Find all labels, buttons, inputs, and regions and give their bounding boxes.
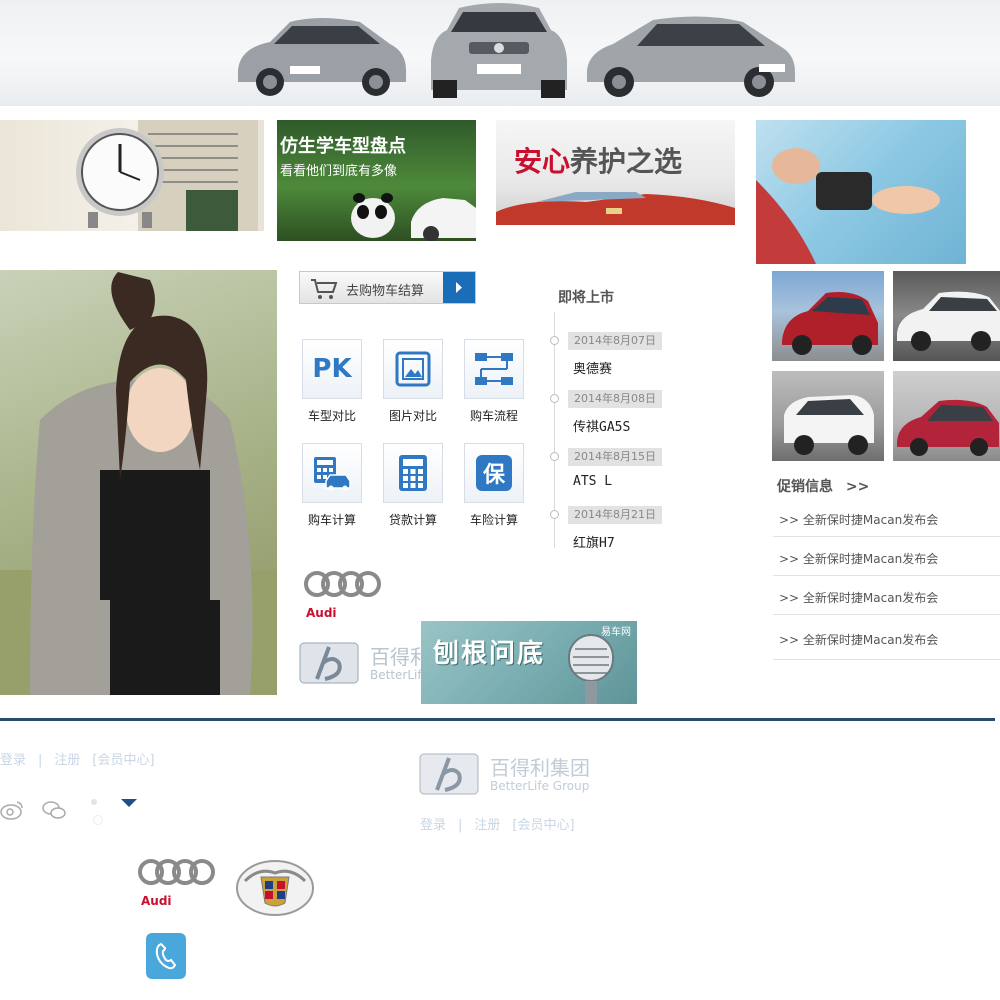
tool-picture-compare[interactable]: 图片对比 bbox=[378, 339, 448, 424]
footer-divider bbox=[0, 718, 995, 721]
qa-banner-title: 刨根问底 bbox=[433, 639, 546, 669]
upcoming-date: 2014年8月15日 bbox=[568, 448, 662, 466]
care-title-highlight: 安心 bbox=[514, 145, 571, 178]
phone-icon[interactable] bbox=[146, 933, 186, 979]
mercedes-car-left-image bbox=[238, 18, 406, 96]
timeline-dot bbox=[550, 510, 559, 519]
mercedes-car-right-image bbox=[587, 16, 795, 97]
clock-image bbox=[76, 120, 258, 231]
tool-model-compare-label: 车型对比 bbox=[307, 409, 356, 423]
panda-car-image bbox=[351, 193, 476, 241]
footer-account-links-left: 登录 | 注册 [会员中心] bbox=[0, 753, 155, 768]
upcoming-model[interactable]: 传祺GA5S bbox=[573, 416, 630, 435]
upcoming-title: 即将上市 bbox=[558, 290, 614, 306]
promotion-item[interactable]: >> 全新保时捷Macan发布会 bbox=[773, 499, 1000, 537]
upcoming-date: 2014年8月21日 bbox=[568, 506, 662, 524]
audi-wordmark: Audi bbox=[306, 606, 337, 620]
shopping-cart-icon bbox=[311, 279, 338, 299]
panda-promo-tile[interactable]: 仿生学车型盘点 看看他们到底有多像 bbox=[277, 120, 476, 241]
register-link[interactable]: 注册 bbox=[54, 753, 80, 768]
car-key-promo-tile[interactable] bbox=[756, 120, 966, 264]
tool-insurance-calc[interactable]: 保 车险计算 bbox=[459, 443, 529, 528]
cadillac-logo-icon[interactable] bbox=[235, 859, 315, 917]
car-calc-icon bbox=[302, 443, 362, 503]
upcoming-date: 2014年8月08日 bbox=[568, 390, 662, 408]
care-title-rest: 养护之选 bbox=[570, 145, 683, 178]
tool-model-compare[interactable]: PK 车型对比 bbox=[297, 339, 367, 424]
betterlife-en-name: BetterLife Group bbox=[370, 668, 424, 682]
tool-purchase-flow[interactable]: 购车流程 bbox=[459, 339, 529, 424]
model-portrait-image[interactable] bbox=[0, 270, 277, 695]
arrow-right-icon bbox=[443, 272, 475, 303]
tool-purchase-flow-label: 购车流程 bbox=[469, 409, 518, 423]
calculator-icon bbox=[383, 443, 443, 503]
promotion-item[interactable]: >> 全新保时捷Macan发布会 bbox=[773, 538, 1000, 576]
member-center-link[interactable]: [会员中心] bbox=[512, 818, 574, 833]
betterlife-logo[interactable]: 百得利集团 BetterLife Group bbox=[299, 641, 424, 687]
tool-picture-compare-label: 图片对比 bbox=[388, 409, 437, 423]
audi-logo[interactable]: Audi bbox=[303, 568, 385, 620]
wechat-icon[interactable] bbox=[42, 800, 66, 820]
checkout-cart-button[interactable]: 去购物车结算 bbox=[299, 271, 476, 304]
footer-audi-logo[interactable]: Audi bbox=[137, 856, 219, 908]
care-promo-tile[interactable]: 安心养护之选 bbox=[496, 120, 735, 225]
betterlife-emblem-icon bbox=[419, 753, 479, 795]
car-thumbnail-white-suv[interactable] bbox=[772, 371, 884, 461]
timeline-dot bbox=[550, 452, 559, 461]
microphone-icon bbox=[568, 634, 614, 704]
tool-loan-calc[interactable]: 贷款计算 bbox=[378, 443, 448, 528]
footer-betterlife-logo[interactable]: 百得利集团 BetterLife Group bbox=[419, 752, 619, 798]
panda-promo-subtitle: 看看他们到底有多像 bbox=[280, 164, 398, 179]
promotion-title: 促销信息 bbox=[777, 479, 833, 495]
mercedes-car-center-image bbox=[431, 3, 567, 98]
tool-car-calc[interactable]: 购车计算 bbox=[297, 443, 367, 528]
tool-insurance-calc-label: 车险计算 bbox=[469, 513, 518, 527]
betterlife-cn-name: 百得利集团 bbox=[370, 645, 424, 669]
chevron-down-icon[interactable] bbox=[121, 799, 137, 807]
register-link[interactable]: 注册 bbox=[474, 818, 500, 833]
car-thumbnail-red-hatchback[interactable] bbox=[772, 271, 884, 361]
promotion-header[interactable]: 促销信息 >> bbox=[777, 476, 869, 496]
upcoming-model[interactable]: 奥德赛 bbox=[573, 358, 612, 377]
audi-wordmark: Audi bbox=[141, 894, 172, 908]
upcoming-model[interactable]: ATS L bbox=[573, 474, 612, 489]
picture-icon bbox=[383, 339, 443, 399]
promotion-more-link[interactable]: >> bbox=[846, 479, 869, 495]
panda-promo-title: 仿生学车型盘点 bbox=[280, 136, 406, 157]
car-key-image bbox=[756, 148, 940, 264]
tool-loan-calc-label: 贷款计算 bbox=[388, 513, 437, 527]
audi-rings-icon bbox=[138, 859, 215, 885]
promotion-item[interactable]: >> 全新保时捷Macan发布会 bbox=[773, 619, 1000, 660]
login-link[interactable]: 登录 bbox=[0, 753, 26, 768]
timeline-dot bbox=[550, 394, 559, 403]
pk-icon: PK bbox=[302, 339, 362, 399]
clock-promo-tile[interactable] bbox=[0, 120, 264, 231]
tool-car-calc-label: 购车计算 bbox=[307, 513, 356, 527]
red-vintage-car-image bbox=[496, 192, 735, 225]
upcoming-date: 2014年8月07日 bbox=[568, 332, 662, 350]
betterlife-emblem-icon bbox=[299, 642, 359, 684]
upcoming-model[interactable]: 红旗H7 bbox=[573, 532, 615, 551]
footer-account-links-center: 登录 | 注册 [会员中心] bbox=[420, 818, 575, 833]
flow-icon bbox=[464, 339, 524, 399]
decorative-dot-icon bbox=[91, 799, 97, 805]
audi-rings-icon bbox=[304, 571, 381, 597]
weibo-icon[interactable] bbox=[0, 800, 24, 820]
qa-banner[interactable]: 刨根问底 易车网 bbox=[421, 621, 637, 704]
checkout-cart-label: 去购物车结算 bbox=[346, 284, 425, 299]
car-thumbnail-red-sedan[interactable] bbox=[893, 371, 1000, 461]
decorative-circle-icon bbox=[93, 815, 103, 825]
member-center-link[interactable]: [会员中心] bbox=[92, 753, 154, 768]
car-thumbnail-white-sedan[interactable] bbox=[893, 271, 1000, 361]
footer-betterlife-en: BetterLife Group bbox=[490, 779, 590, 793]
timeline-dot bbox=[550, 336, 559, 345]
insurance-icon: 保 bbox=[464, 443, 524, 503]
hero-banner[interactable] bbox=[0, 0, 1000, 106]
login-link[interactable]: 登录 bbox=[420, 818, 446, 833]
footer-betterlife-cn: 百得利集团 bbox=[490, 756, 590, 780]
promotion-item[interactable]: >> 全新保时捷Macan发布会 bbox=[773, 577, 1000, 615]
